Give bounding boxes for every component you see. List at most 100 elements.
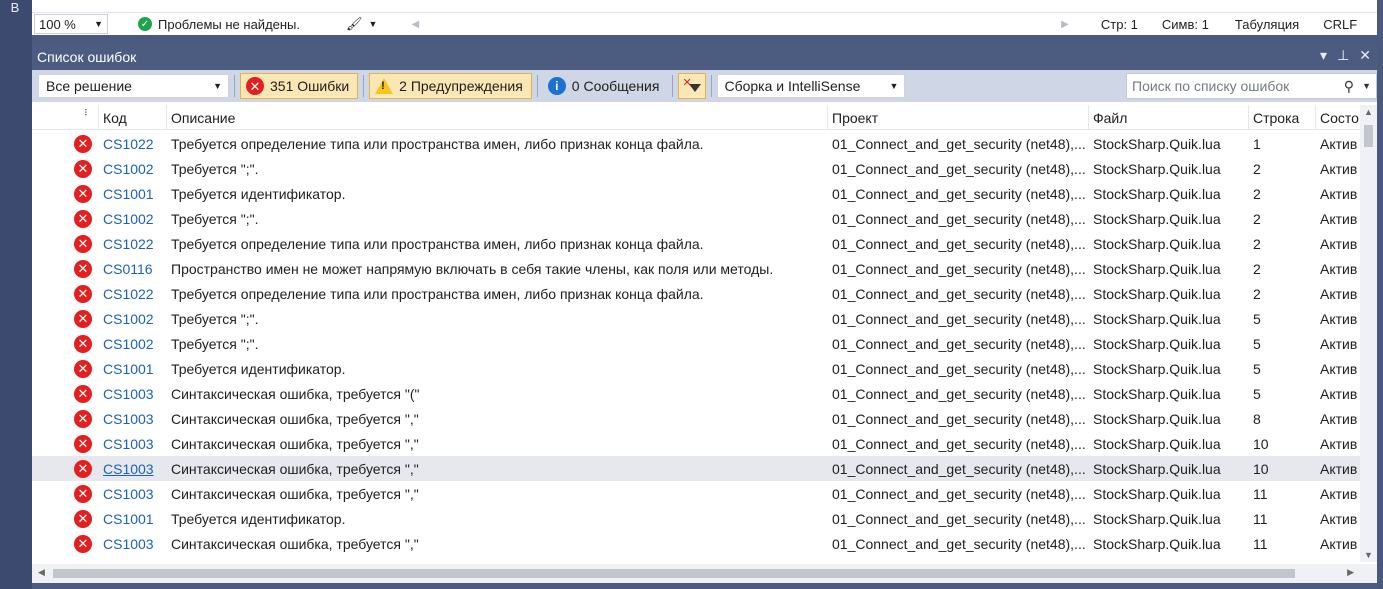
error-code-link[interactable]: CS1002 bbox=[103, 331, 167, 356]
table-row[interactable]: ✕ CS1003 Синтаксическая ошибка, требуется … bbox=[32, 406, 1360, 431]
scroll-right-icon[interactable]: ▶ bbox=[1347, 567, 1354, 578]
scroll-down-icon[interactable]: ▼ bbox=[1364, 550, 1373, 560]
error-code-link[interactable]: CS1003 bbox=[103, 531, 167, 556]
error-file: StockSharp.Quik.lua bbox=[1093, 135, 1221, 152]
column-header-line[interactable]: Строка bbox=[1249, 105, 1316, 130]
editor-status-bar: 100 % ▼ ✓ Проблемы не найдены. 🖌 ▼ ◀ ▶ С… bbox=[32, 13, 1377, 35]
error-code-link[interactable]: CS1001 bbox=[103, 181, 167, 206]
error-code-link[interactable]: CS0116 bbox=[103, 256, 167, 281]
column-options-icon[interactable]: ⠇ bbox=[84, 108, 91, 119]
scroll-up-icon[interactable]: ▲ bbox=[1364, 107, 1373, 117]
error-file: StockSharp.Quik.lua bbox=[1093, 510, 1221, 527]
error-project: 01_Connect_and_get_security (net48),... bbox=[832, 235, 1086, 252]
window-options-icon[interactable]: ▾ bbox=[1320, 47, 1327, 64]
check-circle-icon: ✓ bbox=[138, 17, 152, 31]
error-state: Актив bbox=[1320, 335, 1358, 352]
column-header-file[interactable]: Файл bbox=[1089, 105, 1249, 130]
error-state: Актив bbox=[1320, 310, 1358, 327]
table-row[interactable]: ✕ CS1022 Требуется определение типа или пр… bbox=[32, 231, 1360, 256]
error-line: 5 bbox=[1253, 335, 1261, 352]
table-row[interactable]: ✕ CS1022 Требуется определение типа или пр… bbox=[32, 281, 1360, 306]
table-row[interactable]: ✕ CS1003 Синтаксическая ошибка, требуется … bbox=[32, 381, 1360, 406]
table-row[interactable]: ✕ CS1001 Требуется идентификатор. 01_Connec… bbox=[32, 356, 1360, 381]
line-indicator[interactable]: Стр: 1 bbox=[1101, 17, 1138, 32]
column-header-severity[interactable]: ⠇ bbox=[32, 105, 99, 130]
messages-filter-button[interactable]: i 0 Сообщения bbox=[543, 73, 668, 99]
vertical-scrollbar[interactable]: ▲ ▼ bbox=[1360, 105, 1377, 562]
horizontal-scrollbar[interactable]: ◀ ▶ bbox=[32, 564, 1360, 583]
error-code-link[interactable]: CS1002 bbox=[103, 306, 167, 331]
error-line: 11 bbox=[1253, 510, 1268, 527]
search-input[interactable]: Поиск по списку ошибок ⚲ ▼ bbox=[1126, 73, 1377, 99]
code-cleanup-button[interactable]: 🖌 ▼ bbox=[346, 16, 377, 32]
error-file: StockSharp.Quik.lua bbox=[1093, 310, 1221, 327]
side-tab[interactable]: В bbox=[4, 0, 26, 20]
build-source-dropdown[interactable]: Сборка и IntelliSense ▼ bbox=[717, 74, 906, 98]
column-header-description[interactable]: Описание bbox=[167, 105, 828, 130]
error-line: 2 bbox=[1253, 285, 1261, 302]
error-description: Синтаксическая ошибка, требуется "," bbox=[171, 460, 419, 477]
table-row[interactable]: ✕ CS1003 Синтаксическая ошибка, требуется … bbox=[32, 456, 1360, 481]
table-row[interactable]: ✕ CS1001 Требуется идентификатор. 01_Connec… bbox=[32, 181, 1360, 206]
error-code-link[interactable]: CS1002 bbox=[103, 206, 167, 231]
errors-filter-button[interactable]: ✕ 351 Ошибки bbox=[240, 73, 359, 99]
column-header-state[interactable]: Состо bbox=[1316, 105, 1360, 130]
table-row[interactable]: ✕ CS1002 Требуется ";". 01_Connect_and_get_… bbox=[32, 306, 1360, 331]
clear-x-icon: ✕ bbox=[682, 77, 692, 89]
column-header-project[interactable]: Проект bbox=[828, 105, 1089, 130]
table-row[interactable]: ✕ CS0116 Пространство имен не может напрям… bbox=[32, 256, 1360, 281]
error-description: Синтаксическая ошибка, требуется "(" bbox=[171, 385, 420, 402]
toolbar-separator bbox=[711, 75, 713, 97]
panel-title: Список ошибок bbox=[37, 49, 137, 65]
table-row[interactable]: ✕ CS1002 Требуется ";". 01_Connect_and_get_… bbox=[32, 156, 1360, 181]
table-row[interactable]: ✕ CS1003 Синтаксическая ошибка, требуется … bbox=[32, 431, 1360, 456]
error-code-link[interactable]: CS1001 bbox=[103, 356, 167, 381]
scroll-left-icon[interactable]: ◀ bbox=[411, 19, 419, 30]
column-header-row: ⠇ Код Описание Проект Файл Строка Состо bbox=[32, 105, 1360, 130]
scroll-thumb[interactable] bbox=[53, 569, 1295, 578]
error-code-link[interactable]: CS1003 bbox=[103, 456, 167, 481]
close-icon[interactable]: ✕ bbox=[1359, 47, 1371, 64]
table-row[interactable]: ✕ CS1003 Синтаксическая ошибка, требуется … bbox=[32, 481, 1360, 506]
clear-filter-button[interactable]: ✕ bbox=[678, 73, 707, 99]
error-code-link[interactable]: CS1022 bbox=[103, 231, 167, 256]
table-row[interactable]: ✕ CS1003 Синтаксическая ошибка, требуется … bbox=[32, 531, 1360, 556]
line-ending-indicator[interactable]: CRLF bbox=[1323, 17, 1357, 32]
scroll-left-icon[interactable]: ◀ bbox=[38, 567, 45, 578]
error-description: Требуется идентификатор. bbox=[171, 360, 346, 377]
table-row[interactable]: ✕ CS1001 Требуется идентификатор. 01_Connec… bbox=[32, 506, 1360, 531]
column-header-code[interactable]: Код bbox=[99, 105, 167, 130]
error-code-link[interactable]: CS1003 bbox=[103, 481, 167, 506]
brush-icon: 🖌 bbox=[346, 16, 363, 31]
error-code-link[interactable]: CS1003 bbox=[103, 381, 167, 406]
column-indicator[interactable]: Симв: 1 bbox=[1162, 17, 1209, 32]
error-state: Актив bbox=[1320, 260, 1358, 277]
error-project: 01_Connect_and_get_security (net48),... bbox=[832, 460, 1086, 477]
search-icon[interactable]: ⚲ bbox=[1344, 78, 1354, 95]
table-row[interactable]: ✕ CS1002 Требуется ";". 01_Connect_and_get_… bbox=[32, 331, 1360, 356]
issues-text: Проблемы не найдены. bbox=[158, 16, 301, 32]
zoom-select[interactable]: 100 % ▼ bbox=[34, 14, 108, 34]
indent-mode-indicator[interactable]: Табуляция bbox=[1235, 17, 1299, 32]
table-row[interactable]: ✕ CS1022 Требуется определение типа или пр… bbox=[32, 131, 1360, 156]
error-state: Актив bbox=[1320, 185, 1358, 202]
editor-content-edge bbox=[32, 0, 1377, 13]
scope-dropdown[interactable]: Все решение ▼ bbox=[38, 74, 229, 98]
pin-icon[interactable]: ⊥ bbox=[1337, 47, 1349, 64]
scroll-right-icon[interactable]: ▶ bbox=[1061, 19, 1069, 30]
error-code-link[interactable]: CS1022 bbox=[103, 131, 167, 156]
error-icon: ✕ bbox=[74, 431, 94, 456]
error-code-link[interactable]: CS1002 bbox=[103, 156, 167, 181]
error-code-link[interactable]: CS1001 bbox=[103, 506, 167, 531]
error-description: Синтаксическая ошибка, требуется "," bbox=[171, 485, 419, 502]
error-code-link[interactable]: CS1003 bbox=[103, 406, 167, 431]
error-description: Требуется ";". bbox=[171, 160, 259, 177]
error-icon: ✕ bbox=[74, 156, 94, 181]
error-code-link[interactable]: CS1022 bbox=[103, 281, 167, 306]
issues-indicator[interactable]: ✓ Проблемы не найдены. bbox=[138, 17, 300, 32]
scroll-thumb[interactable] bbox=[1364, 125, 1373, 147]
table-row[interactable]: ✕ CS1002 Требуется ";". 01_Connect_and_get_… bbox=[32, 206, 1360, 231]
chevron-down-icon[interactable]: ▼ bbox=[1362, 81, 1371, 91]
error-code-link[interactable]: CS1003 bbox=[103, 431, 167, 456]
warnings-filter-button[interactable]: ! 2 Предупреждения bbox=[369, 73, 532, 99]
